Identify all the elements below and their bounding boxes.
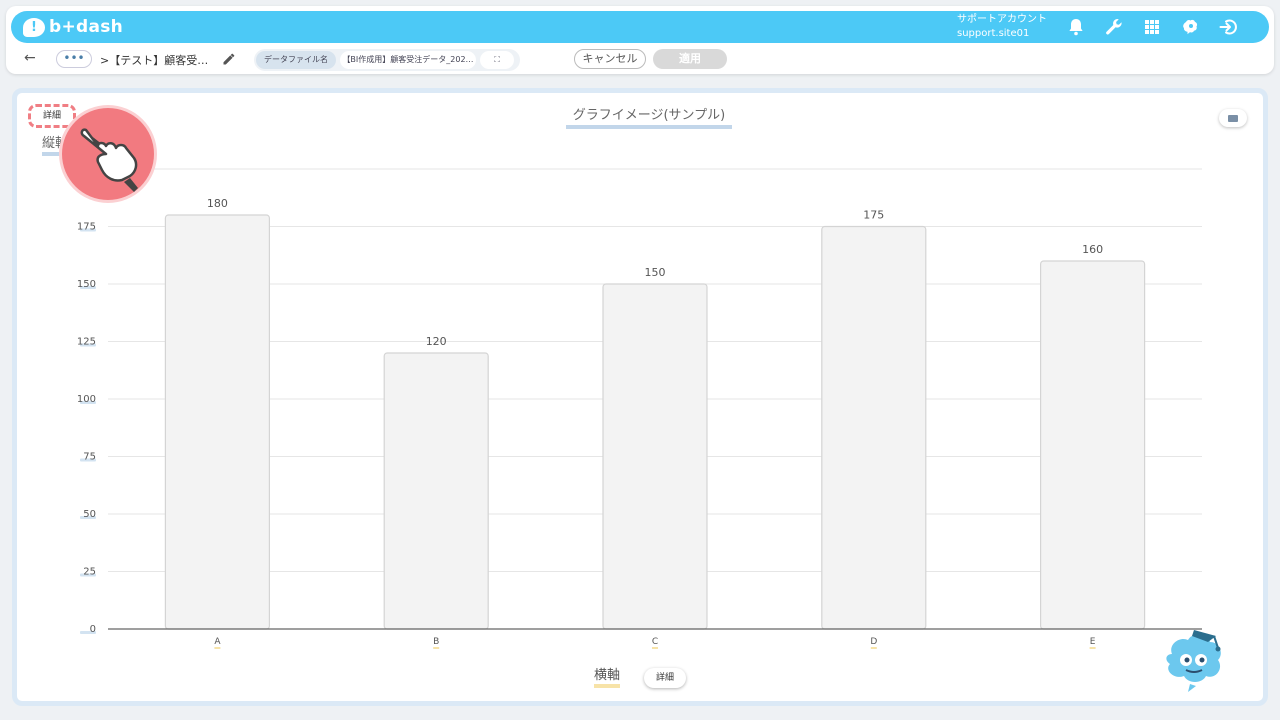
top-navigation-bar: ! b+dash サポートアカウント support.site01	[11, 11, 1269, 43]
grid-menu-icon[interactable]	[1140, 15, 1164, 39]
pencil-icon[interactable]	[221, 51, 237, 67]
panel-icon	[1228, 114, 1238, 122]
breadcrumb[interactable]: >【テスト】顧客受…	[100, 52, 208, 68]
cancel-button[interactable]: キャンセル	[574, 49, 646, 69]
back-arrow-icon[interactable]: ←	[24, 50, 36, 66]
data-file-selector: データファイル名 【BI作成用】顧客受注データ_202… ⛶	[254, 49, 520, 71]
pointing-hand-icon	[62, 108, 154, 200]
account-info[interactable]: サポートアカウント support.site01	[957, 13, 1047, 41]
chart-preview-panel	[12, 88, 1268, 706]
account-label: サポートアカウント	[957, 14, 1047, 25]
wrench-icon[interactable]	[1102, 15, 1126, 39]
data-file-name[interactable]: 【BI作成用】顧客受注データ_202…	[340, 51, 476, 69]
brand-name: b+dash	[49, 17, 124, 37]
brain-icon[interactable]	[1178, 15, 1202, 39]
expand-button[interactable]: ⛶	[480, 51, 514, 69]
logo-bubble-icon: !	[23, 17, 45, 37]
editor-toolbar: ← ••• >【テスト】顧客受… データファイル名 【BI作成用】顧客受注データ…	[18, 48, 1258, 72]
brand-logo[interactable]: ! b+dash	[23, 15, 123, 39]
more-menu-button[interactable]: •••	[56, 50, 92, 68]
mascot-icon[interactable]	[1158, 626, 1228, 692]
x-axis-detail-button[interactable]: 詳細	[644, 668, 686, 688]
data-file-label: データファイル名	[256, 51, 336, 69]
account-id: support.site01	[957, 28, 1030, 39]
x-axis-title[interactable]: 横軸	[594, 668, 621, 688]
bell-icon[interactable]	[1064, 15, 1088, 39]
apply-button[interactable]: 適用	[653, 49, 727, 69]
chart-title[interactable]: グラフイメージ(サンプル)	[566, 108, 732, 129]
logout-icon[interactable]	[1216, 15, 1240, 39]
chart-settings-button[interactable]	[1219, 109, 1247, 127]
